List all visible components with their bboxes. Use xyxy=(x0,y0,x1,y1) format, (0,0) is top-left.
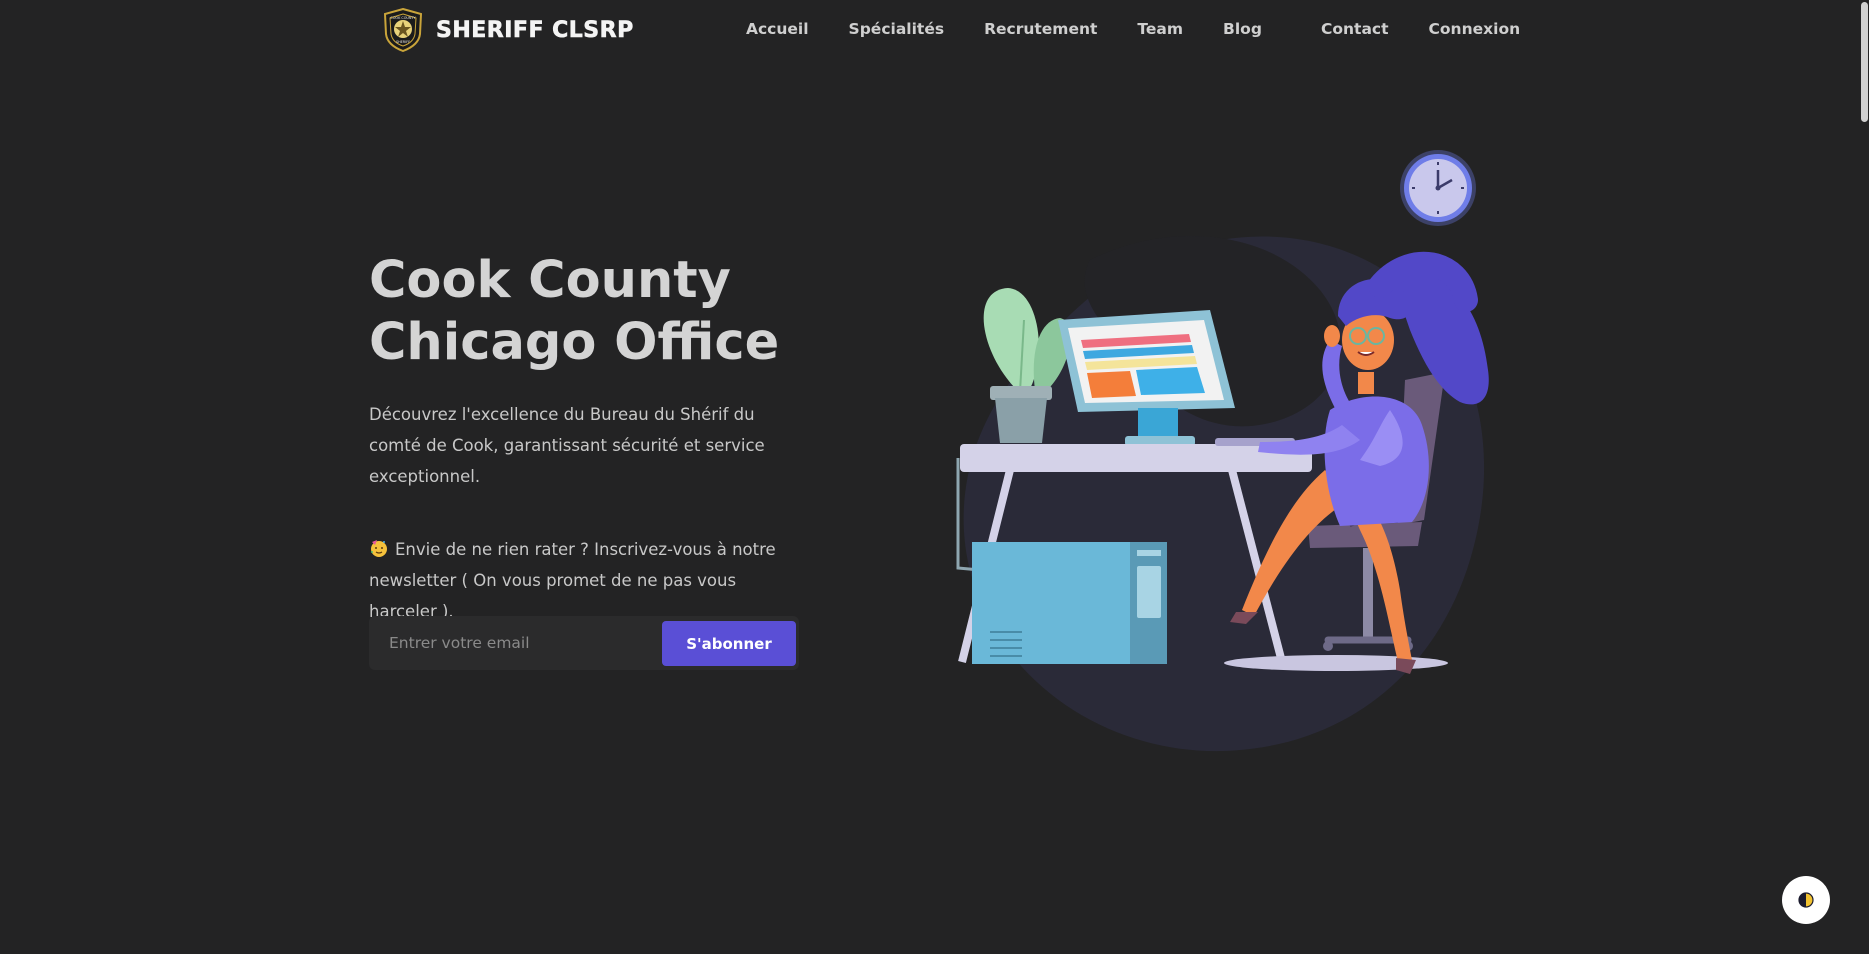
main-nav: Accueil Spécialités Recrutement Team Blo… xyxy=(746,20,1262,38)
nav-item-accueil[interactable]: Accueil xyxy=(746,20,809,38)
nav-item-specialites[interactable]: Spécialités xyxy=(849,20,945,38)
nav-item-recrutement[interactable]: Recrutement xyxy=(984,20,1097,38)
hero-description: Découvrez l'excellence du Bureau du Shér… xyxy=(369,405,765,486)
newsletter-text-content: Envie de ne rien rater ? Inscrivez-vous … xyxy=(369,540,776,621)
party-face-emoji-icon xyxy=(371,540,387,557)
svg-text:COOK COUNTY: COOK COUNTY xyxy=(390,16,416,20)
scrollbar-thumb[interactable] xyxy=(1861,2,1868,122)
newsletter-text: Envie de ne rien rater ? Inscrivez-vous … xyxy=(369,534,809,627)
hero-title-line1: Cook County xyxy=(369,251,731,310)
hero-title: Cook County Chicago Office xyxy=(369,250,839,374)
nav-item-blog[interactable]: Blog xyxy=(1223,20,1262,38)
site-header: COOK COUNTY SHERIFF SHERIFF CLSRP Accuei… xyxy=(0,0,1869,62)
woman-at-desk-illustration xyxy=(956,150,1489,752)
nav-item-team[interactable]: Team xyxy=(1137,20,1183,38)
theme-toggle-button[interactable] xyxy=(1782,876,1830,924)
email-input[interactable] xyxy=(369,616,659,670)
subscribe-button[interactable]: S'abonner xyxy=(662,621,796,666)
page-scrollbar[interactable] xyxy=(1859,0,1869,954)
nav-right: Contact Connexion xyxy=(1321,20,1520,38)
brand-logo-link[interactable]: COOK COUNTY SHERIFF SHERIFF CLSRP xyxy=(382,8,634,52)
svg-text:SHERIFF: SHERIFF xyxy=(396,40,410,44)
wall-clock-icon xyxy=(1400,150,1476,226)
nav-item-connexion[interactable]: Connexion xyxy=(1429,20,1521,38)
brand-name: SHERIFF CLSRP xyxy=(436,17,634,43)
hero-title-line2: Chicago Office xyxy=(369,313,780,372)
sheriff-badge-icon: COOK COUNTY SHERIFF xyxy=(383,8,423,52)
newsletter-form: S'abonner xyxy=(369,616,799,670)
half-circle-theme-icon xyxy=(1798,892,1814,908)
nav-item-contact[interactable]: Contact xyxy=(1321,20,1389,38)
